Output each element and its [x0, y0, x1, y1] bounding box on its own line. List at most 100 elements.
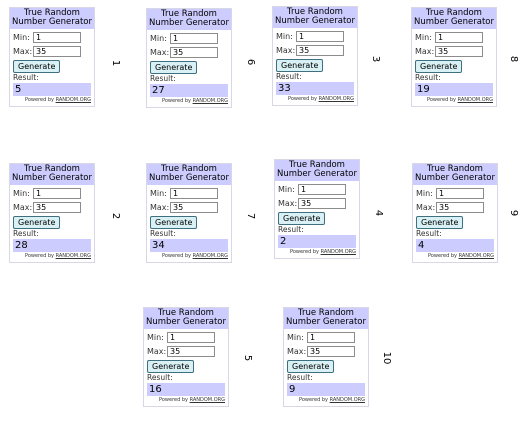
random-org-link[interactable]: RANDOM.ORG: [56, 97, 91, 103]
side-number: 6: [245, 58, 256, 66]
rng-widget: True Random Number Generator Min: 1 Max: 3…: [146, 163, 232, 263]
powered-by: Powered by RANDOM.ORG: [162, 253, 228, 259]
max-input[interactable]: 35: [435, 46, 483, 57]
powered-by: Powered by RANDOM.ORG: [290, 249, 356, 255]
rng-widget: True Random Number Generator Min: 1 Max: 3…: [274, 159, 360, 259]
side-number: 9: [508, 209, 519, 217]
powered-by-text: Powered by: [25, 97, 56, 103]
result-label: Result:: [278, 225, 304, 234]
min-input[interactable]: 1: [167, 332, 215, 343]
min-input[interactable]: 1: [307, 332, 355, 343]
max-label: Max:: [276, 46, 296, 55]
powered-by-text: Powered by: [159, 397, 190, 403]
result-value: 27: [150, 84, 228, 97]
min-input[interactable]: 1: [435, 32, 483, 43]
generate-button[interactable]: Generate: [416, 216, 464, 229]
min-label: Min:: [276, 32, 293, 41]
widget-title: True Random Number Generator: [412, 8, 496, 29]
generate-button[interactable]: Generate: [13, 216, 61, 229]
max-input[interactable]: 35: [298, 198, 346, 209]
rng-widget: True Random Number Generator Min: 1 Max: 3…: [411, 7, 497, 107]
min-input[interactable]: 1: [170, 188, 218, 199]
result-label: Result:: [287, 373, 313, 382]
result-label: Result:: [150, 74, 176, 83]
max-input[interactable]: 35: [296, 45, 344, 56]
max-label: Max:: [415, 47, 435, 56]
min-label: Min:: [13, 33, 30, 42]
powered-by: Powered by RANDOM.ORG: [288, 96, 354, 102]
max-input[interactable]: 35: [33, 46, 81, 57]
powered-by: Powered by RANDOM.ORG: [159, 397, 225, 403]
generate-button[interactable]: Generate: [278, 212, 326, 225]
powered-by-text: Powered by: [428, 253, 459, 259]
widget-title: True Random Number Generator: [275, 160, 359, 181]
side-number: 1: [110, 59, 121, 67]
random-org-link[interactable]: RANDOM.ORG: [458, 97, 493, 103]
min-input[interactable]: 1: [170, 33, 218, 44]
rng-widget: True Random Number Generator Min: 1 Max: 3…: [9, 7, 95, 107]
result-value: 16: [147, 383, 225, 396]
side-number: 2: [110, 212, 121, 220]
generate-button[interactable]: Generate: [147, 360, 195, 373]
rng-widget: True Random Number Generator Min: 1 Max: 3…: [143, 307, 229, 407]
min-input[interactable]: 1: [298, 184, 346, 195]
generate-button[interactable]: Generate: [150, 61, 198, 74]
result-label: Result:: [416, 229, 442, 238]
result-label: Result:: [13, 229, 39, 238]
random-org-link[interactable]: RANDOM.ORG: [321, 249, 356, 255]
min-input[interactable]: 1: [33, 32, 81, 43]
max-label: Max:: [150, 48, 170, 57]
max-input[interactable]: 35: [307, 346, 355, 357]
result-value: 9: [287, 383, 365, 396]
result-label: Result:: [415, 73, 441, 82]
generate-button[interactable]: Generate: [150, 216, 198, 229]
powered-by-text: Powered by: [290, 249, 321, 255]
min-label: Min:: [150, 189, 167, 198]
max-input[interactable]: 35: [436, 202, 484, 213]
min-input[interactable]: 1: [436, 188, 484, 199]
generate-button[interactable]: Generate: [287, 360, 335, 373]
powered-by: Powered by RANDOM.ORG: [299, 397, 365, 403]
min-input[interactable]: 1: [33, 188, 81, 199]
random-org-link[interactable]: RANDOM.ORG: [56, 253, 91, 259]
powered-by: Powered by RANDOM.ORG: [162, 98, 228, 104]
max-input[interactable]: 35: [170, 47, 218, 58]
result-value: 28: [13, 239, 91, 252]
result-value: 5: [13, 83, 91, 96]
min-label: Min:: [416, 189, 433, 198]
max-label: Max:: [13, 47, 33, 56]
max-input[interactable]: 35: [170, 202, 218, 213]
random-org-link[interactable]: RANDOM.ORG: [459, 253, 494, 259]
random-org-link[interactable]: RANDOM.ORG: [190, 397, 225, 403]
widget-title: True Random Number Generator: [10, 8, 94, 29]
min-label: Min:: [415, 33, 432, 42]
min-label: Min:: [287, 333, 304, 342]
min-label: Min:: [13, 189, 30, 198]
random-org-link[interactable]: RANDOM.ORG: [330, 397, 365, 403]
generate-button[interactable]: Generate: [276, 59, 324, 72]
side-number: 8: [508, 55, 519, 63]
side-number: 10: [381, 351, 392, 365]
powered-by-text: Powered by: [427, 97, 458, 103]
result-label: Result:: [150, 229, 176, 238]
powered-by-text: Powered by: [25, 253, 56, 259]
powered-by-text: Powered by: [162, 253, 193, 259]
widget-title: True Random Number Generator: [10, 164, 94, 185]
powered-by-text: Powered by: [299, 397, 330, 403]
powered-by-text: Powered by: [162, 98, 193, 104]
side-number: 5: [242, 354, 253, 362]
powered-by: Powered by RANDOM.ORG: [25, 253, 91, 259]
result-label: Result:: [13, 73, 39, 82]
rng-widget: True Random Number Generator Min: 1 Max: 3…: [146, 8, 232, 108]
generate-button[interactable]: Generate: [415, 60, 463, 73]
random-org-link[interactable]: RANDOM.ORG: [319, 96, 354, 102]
max-label: Max:: [150, 203, 170, 212]
result-value: 19: [415, 83, 493, 96]
widget-title: True Random Number Generator: [273, 7, 357, 28]
random-org-link[interactable]: RANDOM.ORG: [193, 253, 228, 259]
max-input[interactable]: 35: [33, 202, 81, 213]
max-input[interactable]: 35: [167, 346, 215, 357]
generate-button[interactable]: Generate: [13, 60, 61, 73]
min-input[interactable]: 1: [296, 31, 344, 42]
random-org-link[interactable]: RANDOM.ORG: [193, 98, 228, 104]
